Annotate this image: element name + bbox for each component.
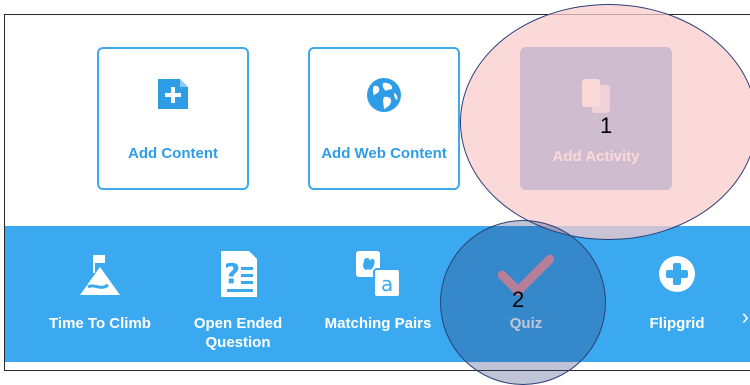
chevron-right-icon[interactable]: › bbox=[742, 304, 749, 330]
flipgrid-label: Flipgrid bbox=[649, 315, 705, 332]
question-document-icon: ? bbox=[185, 248, 291, 300]
matching-pairs-button[interactable]: a Matching Pairs bbox=[315, 226, 441, 362]
add-content-label: Add Content bbox=[128, 145, 218, 162]
add-content-icon bbox=[99, 77, 247, 117]
quiz-button[interactable]: Quiz bbox=[483, 226, 569, 362]
plus-circle-icon bbox=[637, 248, 717, 300]
matching-pairs-label: Matching Pairs bbox=[324, 315, 432, 332]
add-activity-tile[interactable]: Add Activity bbox=[520, 47, 672, 190]
quiz-label: Quiz bbox=[509, 315, 543, 332]
activity-toolbar: Time To Climb ? Open Ended Question a Ma… bbox=[5, 226, 750, 362]
add-content-tile[interactable]: Add Content bbox=[97, 47, 249, 190]
svg-text:?: ? bbox=[224, 257, 240, 290]
flipgrid-button[interactable]: Flipgrid bbox=[637, 226, 717, 362]
time-to-climb-button[interactable]: Time To Climb bbox=[41, 226, 159, 362]
mountain-flag-icon bbox=[41, 248, 159, 300]
add-web-content-label: Add Web Content bbox=[321, 145, 447, 162]
open-ended-question-button[interactable]: ? Open Ended Question bbox=[185, 226, 291, 362]
annotation-number-2: 2 bbox=[512, 287, 525, 312]
content-tiles-area: Add Content Add Web Content Add Activity bbox=[5, 15, 750, 226]
matching-pairs-icon: a bbox=[315, 248, 441, 300]
app-frame: Add Content Add Web Content Add Activity… bbox=[4, 14, 750, 371]
globe-icon bbox=[310, 77, 458, 117]
add-activity-label: Add Activity bbox=[552, 148, 640, 165]
add-web-content-tile[interactable]: Add Web Content bbox=[308, 47, 460, 190]
checkmark-icon bbox=[483, 248, 569, 300]
time-to-climb-label: Time To Climb bbox=[49, 315, 151, 332]
svg-text:a: a bbox=[381, 272, 393, 296]
open-ended-question-label: Open Ended Question bbox=[193, 315, 283, 351]
annotation-number-1: 1 bbox=[600, 113, 613, 138]
add-activity-icon bbox=[522, 77, 670, 117]
